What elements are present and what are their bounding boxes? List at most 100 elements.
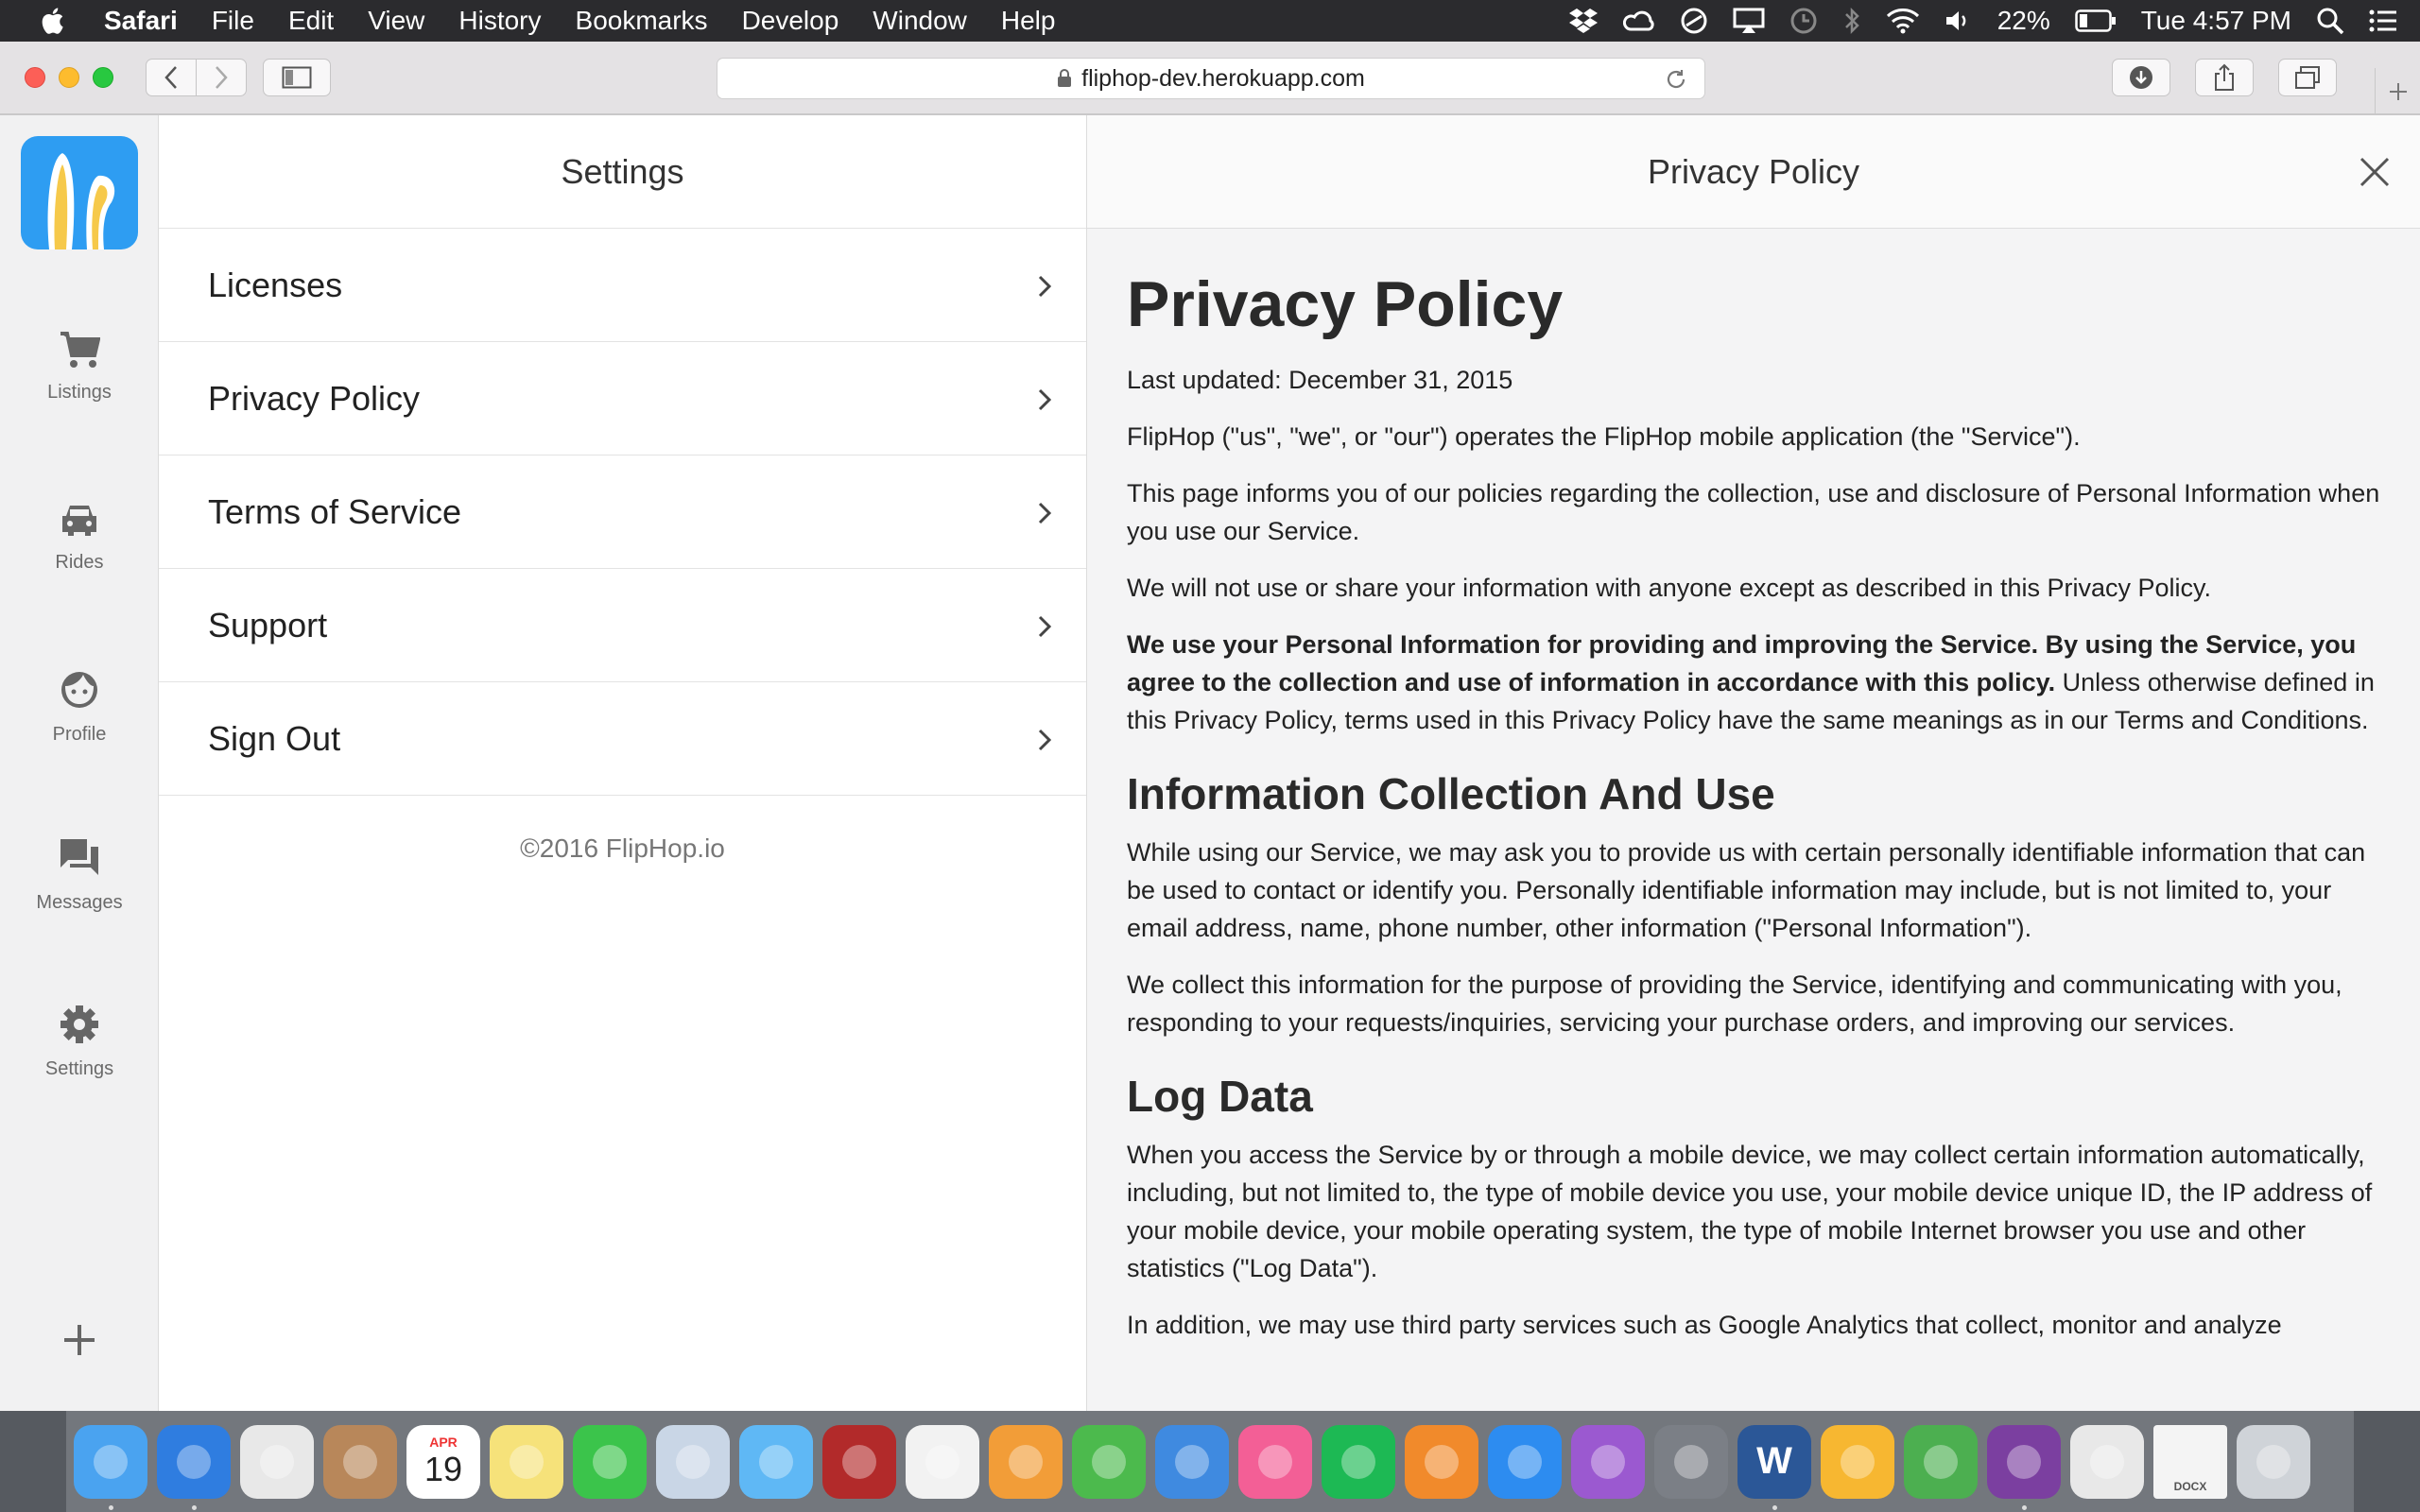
settings-pane: Settings Licenses Privacy Policy Terms o… bbox=[159, 115, 1087, 1411]
dock-shelf: APR 19 W DOCX bbox=[66, 1411, 2354, 1512]
policy-paragraph: In addition, we may use third party serv… bbox=[1127, 1311, 2282, 1339]
chevron-right-icon bbox=[1038, 615, 1052, 638]
spotify-icon[interactable] bbox=[1322, 1424, 1395, 1499]
running-indicator bbox=[192, 1504, 197, 1510]
pages-icon[interactable] bbox=[989, 1424, 1063, 1499]
show-tabs-button[interactable] bbox=[2278, 59, 2337, 96]
nav-rides-label: Rides bbox=[55, 552, 104, 573]
setting-row-terms-of-service[interactable]: Terms of Service bbox=[159, 455, 1086, 569]
slack-glyph bbox=[2090, 1444, 2124, 1479]
menu-window[interactable]: Window bbox=[873, 6, 967, 36]
time-machine-icon[interactable] bbox=[1789, 7, 1818, 35]
notes-glyph bbox=[510, 1444, 544, 1479]
menu-help[interactable]: Help bbox=[1001, 6, 1056, 36]
chevron-right-icon bbox=[1038, 388, 1052, 411]
menu-view[interactable]: View bbox=[368, 6, 424, 36]
keynote-icon[interactable] bbox=[1155, 1424, 1229, 1499]
bluetooth-icon[interactable] bbox=[1842, 7, 1861, 35]
policy-content: Privacy Policy Last updated: December 31… bbox=[1087, 229, 2420, 1344]
menu-app-name[interactable]: Safari bbox=[104, 6, 178, 36]
window-zoom-button[interactable] bbox=[93, 67, 113, 88]
wifi-icon[interactable] bbox=[1886, 8, 1920, 34]
sidebar-toggle-button[interactable] bbox=[263, 59, 331, 96]
preview-icon[interactable] bbox=[656, 1424, 730, 1499]
calendar-day: 19 bbox=[424, 1449, 463, 1488]
airplay-icon[interactable] bbox=[1733, 8, 1765, 34]
leaf-icon[interactable] bbox=[1904, 1424, 1978, 1499]
creative-cloud-icon[interactable] bbox=[1622, 9, 1655, 33]
safari-icon[interactable] bbox=[157, 1424, 231, 1510]
feedback-icon[interactable] bbox=[1571, 1424, 1645, 1499]
policy-paragraph: While using our Service, we may ask you … bbox=[1127, 838, 2366, 942]
nav-listings[interactable]: Listings bbox=[0, 331, 159, 404]
messages-icon[interactable] bbox=[739, 1424, 813, 1499]
browser-toolbar: fliphop-dev.herokuapp.com bbox=[0, 42, 2420, 115]
chevron-right-icon bbox=[1038, 729, 1052, 751]
fliphop-logo[interactable] bbox=[21, 136, 138, 249]
sync-icon[interactable] bbox=[1680, 7, 1708, 35]
spotlight-search-icon[interactable] bbox=[2316, 7, 2344, 35]
address-bar[interactable]: fliphop-dev.herokuapp.com bbox=[717, 58, 1705, 99]
chevron-right-icon bbox=[216, 66, 228, 89]
feedback-glyph bbox=[1591, 1444, 1625, 1479]
privacy-policy-pane: Privacy Policy Privacy Policy Last updat… bbox=[1087, 115, 2420, 1411]
contacts-icon[interactable] bbox=[323, 1424, 397, 1499]
itunes-icon[interactable] bbox=[1238, 1424, 1312, 1499]
car-icon bbox=[62, 506, 96, 536]
setting-row-licenses[interactable]: Licenses bbox=[159, 229, 1086, 342]
finder-icon[interactable] bbox=[74, 1424, 147, 1510]
nav-settings[interactable]: Settings bbox=[0, 1004, 159, 1080]
slack-icon[interactable] bbox=[2070, 1424, 2144, 1499]
itunes-glyph bbox=[1258, 1444, 1292, 1479]
reload-icon[interactable] bbox=[1665, 68, 1687, 91]
contacts-glyph bbox=[343, 1444, 377, 1479]
apple-menu-icon[interactable] bbox=[38, 5, 70, 37]
sketch-icon[interactable] bbox=[1821, 1424, 1894, 1499]
setting-row-privacy-policy[interactable]: Privacy Policy bbox=[159, 342, 1086, 455]
nav-rides[interactable]: Rides bbox=[0, 501, 159, 574]
downloads-button[interactable] bbox=[2112, 59, 2170, 96]
back-button[interactable] bbox=[146, 59, 197, 96]
menu-edit[interactable]: Edit bbox=[288, 6, 334, 36]
add-icon[interactable] bbox=[60, 1321, 98, 1359]
window-close-button[interactable] bbox=[25, 67, 45, 88]
face-icon bbox=[61, 672, 97, 708]
dropbox-icon[interactable] bbox=[1568, 8, 1599, 34]
menu-history[interactable]: History bbox=[458, 6, 541, 36]
trash-icon[interactable] bbox=[2237, 1424, 2310, 1499]
policy-heading: Privacy Policy bbox=[1127, 268, 1564, 340]
copyright-text: ©2016 FlipHop.io bbox=[520, 833, 725, 863]
forward-button[interactable] bbox=[196, 59, 247, 96]
photos-icon[interactable] bbox=[906, 1424, 979, 1499]
word-icon[interactable]: W bbox=[1737, 1424, 1811, 1510]
menu-develop[interactable]: Develop bbox=[742, 6, 839, 36]
setting-row-support[interactable]: Support bbox=[159, 569, 1086, 682]
facetime-icon[interactable] bbox=[573, 1424, 647, 1499]
clock[interactable]: Tue 4:57 PM bbox=[2141, 6, 2291, 36]
numbers-icon[interactable] bbox=[1072, 1424, 1146, 1499]
notes-icon[interactable] bbox=[490, 1424, 563, 1499]
window-minimize-button[interactable] bbox=[59, 67, 79, 88]
notification-center-icon[interactable] bbox=[2369, 9, 2397, 33]
nav-messages[interactable]: Messages bbox=[0, 837, 159, 914]
new-tab-button[interactable] bbox=[2375, 68, 2420, 115]
system-preferences-icon[interactable] bbox=[1654, 1424, 1728, 1499]
volume-icon[interactable] bbox=[1945, 9, 1973, 33]
preview-glyph bbox=[676, 1444, 710, 1479]
calendar-icon[interactable]: APR 19 bbox=[406, 1424, 480, 1499]
appstore-icon[interactable] bbox=[1488, 1424, 1562, 1499]
battery-icon[interactable] bbox=[2074, 9, 2117, 32]
spotify-glyph bbox=[1341, 1444, 1375, 1479]
chrome-icon[interactable] bbox=[240, 1424, 314, 1499]
github-icon[interactable] bbox=[1987, 1424, 2061, 1510]
ibooks-icon[interactable] bbox=[1405, 1424, 1478, 1499]
share-button[interactable] bbox=[2195, 59, 2254, 96]
setting-row-sign-out[interactable]: Sign Out bbox=[159, 682, 1086, 796]
docx-file-icon[interactable]: DOCX bbox=[2153, 1424, 2227, 1499]
menu-file[interactable]: File bbox=[212, 6, 254, 36]
close-icon[interactable] bbox=[2358, 155, 2392, 189]
nav-profile[interactable]: Profile bbox=[0, 669, 159, 746]
chrome-glyph bbox=[260, 1444, 294, 1479]
photobooth-icon[interactable] bbox=[822, 1424, 896, 1499]
menu-bookmarks[interactable]: Bookmarks bbox=[576, 6, 708, 36]
